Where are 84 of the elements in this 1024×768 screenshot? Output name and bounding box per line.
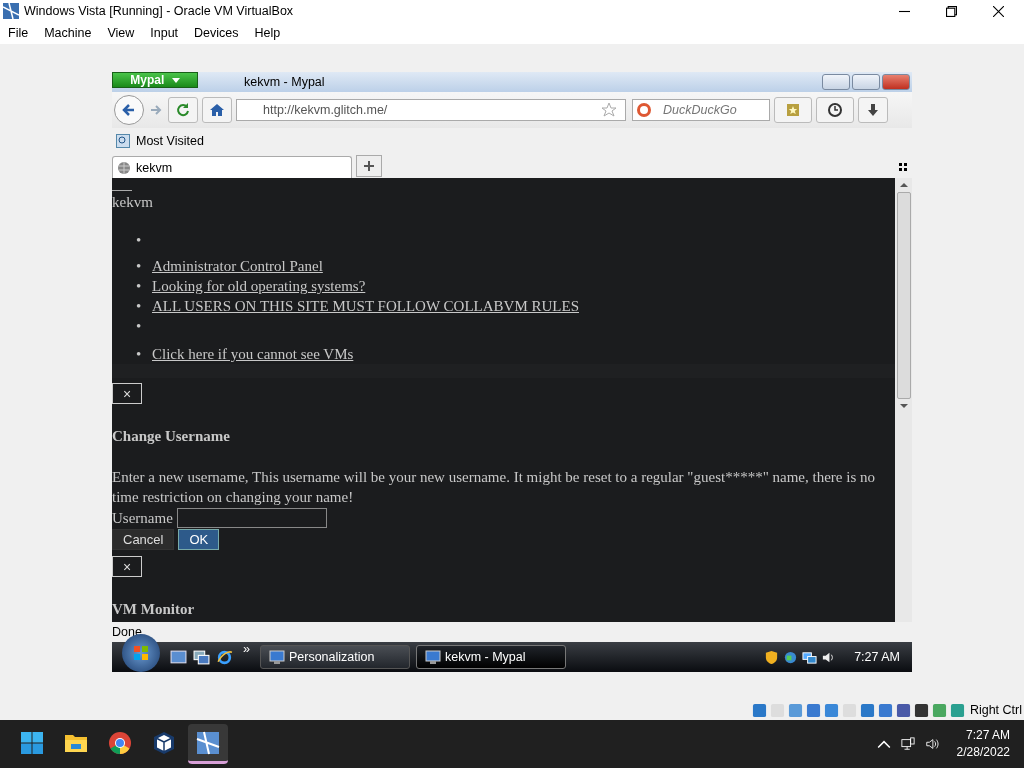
search-engine-icon[interactable] <box>636 102 652 118</box>
reload-icon <box>175 102 191 118</box>
ie-icon[interactable] <box>216 648 233 666</box>
window-pane-icon <box>196 730 220 755</box>
windows-icon[interactable] <box>193 648 210 666</box>
bullet: • <box>136 257 143 276</box>
home-icon <box>209 102 225 118</box>
field-label: Username <box>112 508 173 528</box>
dialog-button[interactable]: Cancel <box>112 529 175 550</box>
globe-icon[interactable] <box>783 649 799 665</box>
scrollbar[interactable] <box>895 178 912 622</box>
site-title: kekvm <box>112 193 154 212</box>
scroll-up-icon[interactable] <box>899 182 908 188</box>
bookmark-item[interactable]: Most Visited <box>116 134 204 148</box>
plus-icon <box>364 161 374 171</box>
host-key-label: Right Ctrl <box>969 703 1022 717</box>
bookmark-icon <box>116 134 130 148</box>
monitor-icon <box>268 649 285 665</box>
clock-icon <box>827 102 843 118</box>
close-button[interactable]: × <box>112 383 142 404</box>
scrollbar-thumb[interactable] <box>896 192 911 399</box>
vista-logo-button[interactable] <box>188 724 228 764</box>
status-text: Done <box>112 625 142 639</box>
windows-logo-icon <box>131 643 151 663</box>
clock[interactable]: 7:27 AM 2/28/2022 <box>956 727 1010 761</box>
nav-link[interactable]: Click here if you cannot see VMs <box>152 346 354 362</box>
menu-item[interactable]: File <box>8 26 29 40</box>
menu-item[interactable]: Input <box>150 26 179 40</box>
app-icon <box>3 3 19 19</box>
username-field[interactable] <box>176 507 327 528</box>
maximize-icon[interactable] <box>946 5 957 17</box>
download-icon <box>865 102 881 118</box>
taskbar-button[interactable]: Personalization <box>259 645 410 669</box>
monitor-icon <box>424 649 441 665</box>
device-status-icon[interactable] <box>913 702 929 718</box>
dialog-text: Enter a new username, This username will be your new username. It might be reset to a regular "guest*****" name, there is no time restriction on changing your name! <box>112 468 876 507</box>
clock[interactable]: 7:27 AM <box>854 650 900 664</box>
speaker-icon[interactable] <box>924 737 939 751</box>
bullet: • <box>136 231 143 250</box>
network-icon[interactable] <box>802 649 818 665</box>
bullet: • <box>136 345 143 364</box>
close-button[interactable]: × <box>112 556 142 577</box>
dialog-heading: VM Monitor <box>112 600 196 619</box>
nav-link[interactable]: Looking for old operating systems? <box>152 278 366 294</box>
shield-icon[interactable] <box>764 649 780 665</box>
device-status-icon[interactable] <box>895 702 911 718</box>
dialog-heading: Change Username <box>112 427 231 446</box>
menu-item[interactable]: Devices <box>194 26 239 40</box>
bullet: • <box>136 317 143 336</box>
bullet: • <box>136 297 143 316</box>
history-button[interactable] <box>816 97 854 123</box>
star-icon[interactable] <box>601 102 617 118</box>
menu-item[interactable]: Machine <box>44 26 92 40</box>
back-button[interactable] <box>114 95 144 125</box>
download-button[interactable] <box>858 97 888 123</box>
start-orb[interactable] <box>122 634 160 672</box>
menu-item[interactable]: View <box>107 26 135 40</box>
home-button[interactable] <box>202 97 232 123</box>
taskbar-button[interactable]: kekvm - Mypal <box>415 645 566 669</box>
windows-logo-icon <box>20 730 44 755</box>
window-title: Windows Vista [Running] - Oracle VM VirtualBox <box>24 4 294 18</box>
back-arrow-icon <box>121 102 137 118</box>
window-title: kekvm - Mypal <box>244 75 325 89</box>
nav-link[interactable]: ALL USERS ON THIS SITE MUST FOLLOW COLLABVM RULES <box>152 298 579 314</box>
scroll-down-icon[interactable] <box>899 403 908 409</box>
network-icon[interactable] <box>900 737 915 751</box>
overflow-button[interactable]: » <box>243 642 250 656</box>
browser-icon <box>108 730 132 755</box>
tab-grid-icon[interactable] <box>899 163 907 171</box>
nav-link[interactable]: Administrator Control Panel <box>152 258 323 274</box>
reload-button[interactable] <box>168 97 198 123</box>
search-field[interactable]: DuckDuckGo <box>632 99 770 121</box>
caret-icon <box>171 78 180 84</box>
address-field[interactable]: http://kekvm.glitch.me/ <box>236 99 626 121</box>
menu-item[interactable]: Help <box>254 26 281 40</box>
dialog-button[interactable]: OK <box>178 529 220 550</box>
globe-icon <box>117 160 131 175</box>
browser-tab[interactable]: kekvm <box>112 156 352 178</box>
bullet: • <box>136 277 143 296</box>
cube-icon <box>152 730 176 755</box>
close-icon[interactable] <box>993 5 1004 17</box>
new-tab-button[interactable] <box>356 155 382 177</box>
desktop-icon[interactable] <box>170 648 187 666</box>
restore-icon[interactable] <box>852 74 880 90</box>
